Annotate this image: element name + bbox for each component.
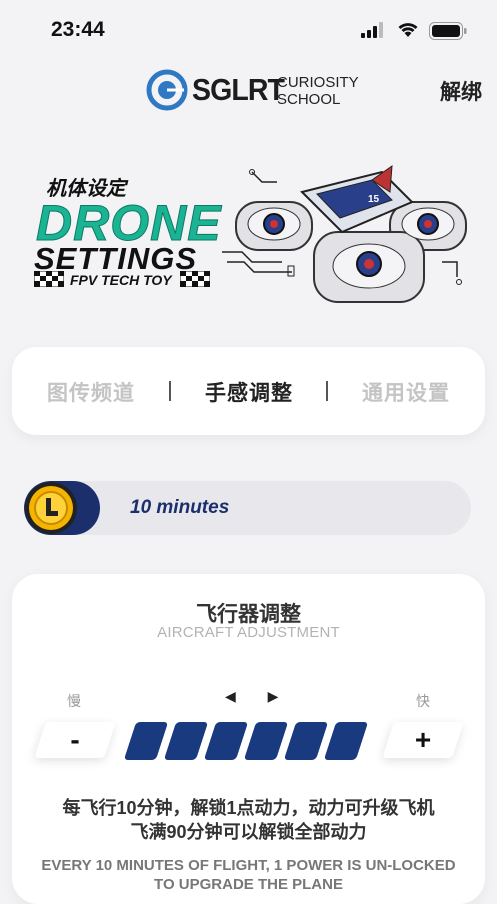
description-cn-line-1: 每飞行10分钟，解锁1点动力，动力可升级飞机	[62, 798, 435, 818]
minus-icon: -	[70, 724, 80, 755]
banner-tagline: FPV TECH TOY	[70, 272, 172, 288]
description-cn-line-2: 飞满90分钟可以解锁全部动力	[130, 822, 367, 842]
tab-video-channel[interactable]: 图传频道	[47, 377, 135, 407]
unbind-button[interactable]: 解绑	[440, 76, 482, 106]
tab-handling-adjust[interactable]: 手感调整	[205, 377, 293, 407]
level-segment	[203, 722, 249, 760]
settings-tab-bar: 图传频道 手感调整 通用设置	[12, 347, 485, 435]
tab-divider	[326, 381, 328, 401]
decrease-button[interactable]: -	[34, 722, 116, 758]
cellular-signal-icon	[361, 22, 383, 38]
level-indicator	[123, 722, 370, 760]
drone-illustration: 15	[222, 164, 467, 303]
direction-arrows-icon: ◀ ▶	[225, 688, 293, 704]
wifi-icon	[398, 23, 418, 37]
logo-subtitle-2: SCHOOL	[277, 91, 341, 108]
checkered-flag-right-icon	[180, 271, 210, 287]
level-segment	[123, 722, 169, 760]
flight-time-text: 10 minutes	[130, 497, 230, 518]
drone-settings-banner: 机体设定 DRONE SETTINGS FPV TECH TOY 15	[0, 150, 497, 310]
aircraft-adjustment-card: 飞行器调整 AIRCRAFT ADJUSTMENT 慢 ◀ ▶ 快 - + 每飞…	[12, 574, 485, 904]
battery-icon	[429, 22, 467, 40]
flight-time-bar: 10 minutes	[24, 481, 471, 535]
level-segment	[243, 722, 289, 760]
tab-general-settings[interactable]: 通用设置	[362, 377, 450, 407]
checkered-flag-left-icon	[34, 271, 64, 287]
coin-icon	[25, 482, 77, 534]
logo-wordmark: SGLRT	[192, 72, 285, 107]
logo-subtitle-1: CURIOSITY	[277, 74, 359, 91]
drone-badge-number: 15	[368, 194, 380, 205]
adjustment-description-en: EVERY 10 MINUTES OF FLIGHT, 1 POWER IS U…	[41, 857, 456, 893]
brand-logo: SGLRT CURIOSITY SCHOOL	[146, 68, 366, 114]
level-segment	[283, 722, 329, 760]
level-segment	[323, 722, 369, 760]
level-segment	[163, 722, 209, 760]
status-time: 23:44	[51, 18, 105, 41]
status-bar: 23:44	[0, 0, 497, 60]
tab-divider	[169, 381, 171, 401]
slow-label: 慢	[67, 693, 81, 709]
increase-button[interactable]: +	[382, 722, 464, 758]
adjustment-description-cn: 每飞行10分钟，解锁1点动力，动力可升级飞机 飞满90分钟可以解锁全部动力	[12, 796, 485, 844]
adjustment-subtitle: AIRCRAFT ADJUSTMENT	[157, 624, 340, 641]
fast-label: 快	[416, 693, 430, 709]
plus-icon: +	[414, 724, 432, 755]
